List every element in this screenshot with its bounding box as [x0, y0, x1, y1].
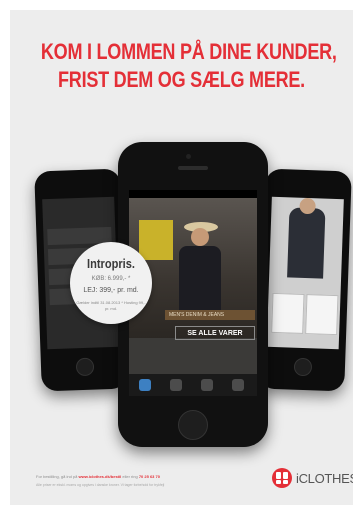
model-photo [287, 207, 326, 279]
product-card [271, 292, 305, 334]
model-body [179, 246, 221, 316]
product-card [305, 294, 339, 336]
badge-buy-price: KØB: 6.999,- * [91, 276, 131, 282]
brand: iCLOTHES [272, 466, 353, 490]
home-button [293, 357, 313, 377]
order-phone: 70 25 63 70 [138, 474, 160, 479]
tab-more-icon[interactable] [232, 379, 244, 391]
category-banner[interactable]: MEN'S DENIM & JEANS [165, 310, 255, 320]
tab-bar [129, 374, 257, 396]
home-button [75, 357, 95, 377]
order-url-link[interactable]: www.iclothes.dk/bestil [78, 474, 121, 479]
order-text-prefix: For bestilling, gå ind på [36, 474, 78, 479]
advertisement-page: KOM I LOMMEN PÅ DINE KUNDER, FRIST DEM O… [0, 0, 363, 515]
order-text-middle: eller ring [122, 474, 138, 479]
price-badge: Intropris. KØB: 6.999,- * LEJ: 399,- pr.… [70, 242, 152, 324]
badge-title: Intropris. [87, 256, 135, 271]
brand-name: iCLOTHES [296, 470, 353, 486]
model-head [191, 228, 209, 246]
phone-right [258, 168, 352, 392]
iclothes-logo-icon [272, 468, 292, 488]
phone-right-screen [266, 196, 344, 350]
badge-rent-price: LEJ: 399,- pr. md. [83, 287, 139, 294]
speaker-grille [178, 166, 208, 170]
camera-icon [186, 154, 191, 159]
badge-note: Gælder indtil 31.08.2013 * Hosting 99,- … [76, 300, 146, 311]
see-all-button[interactable]: SE ALLE VARER [175, 326, 255, 340]
order-info: For bestilling, gå ind på www.iclothes.d… [36, 473, 266, 480]
headline-line-2: FRIST DEM OG SÆLG MERE. [58, 67, 305, 92]
fine-print: Alle priser er ekskl. moms og opgives i … [36, 483, 165, 487]
headline: KOM I LOMMEN PÅ DINE KUNDER, FRIST DEM O… [40, 38, 337, 94]
headline-line-1: KOM I LOMMEN PÅ DINE KUNDER, [40, 39, 337, 64]
promo-card [139, 220, 173, 260]
home-button [178, 410, 208, 440]
tab-home-icon[interactable] [139, 379, 151, 391]
tab-cart-icon[interactable] [201, 379, 213, 391]
ad-panel: KOM I LOMMEN PÅ DINE KUNDER, FRIST DEM O… [10, 10, 353, 505]
status-bar [129, 190, 257, 198]
tab-shop-icon[interactable] [170, 379, 182, 391]
